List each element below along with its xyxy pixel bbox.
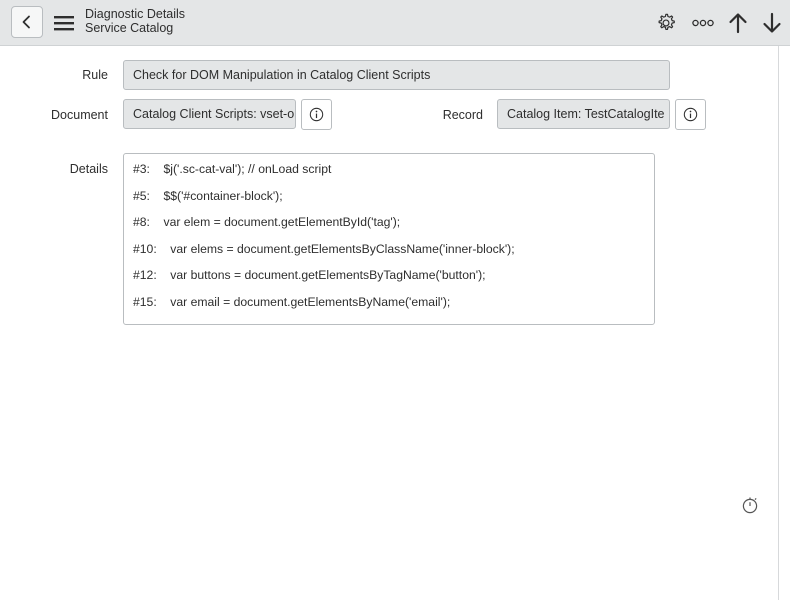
- arrow-down-icon: [763, 12, 781, 33]
- details-line: #8: var elem = document.getElementById('…: [133, 215, 401, 229]
- page-subtitle: Service Catalog: [85, 21, 174, 35]
- arrow-up-icon: [729, 13, 747, 34]
- next-record-button[interactable]: [759, 10, 785, 36]
- page-titles: Diagnostic Details Service Catalog: [85, 7, 185, 35]
- scroll-divider: [778, 46, 779, 600]
- previous-record-button[interactable]: [725, 10, 751, 36]
- info-icon: [309, 107, 324, 122]
- details-line: #12: var buttons = document.getElementsB…: [133, 268, 486, 282]
- back-icon: [22, 15, 30, 29]
- details-textarea[interactable]: #3: $j('.sc-cat-val'); // onLoad script …: [123, 153, 655, 325]
- stopwatch-icon: [742, 497, 758, 514]
- info-icon: [683, 107, 698, 122]
- document-label: Document: [51, 108, 108, 122]
- gear-icon: [658, 13, 675, 31]
- rule-field[interactable]: Check for DOM Manipulation in Catalog Cl…: [123, 60, 670, 90]
- page-title: Diagnostic Details: [85, 7, 186, 21]
- more-button[interactable]: [690, 10, 716, 36]
- details-line: #5: $$('#container-block');: [133, 188, 283, 203]
- menu-button[interactable]: [52, 11, 76, 35]
- menu-icon: [54, 16, 74, 31]
- more-icon: [692, 19, 714, 27]
- record-label: Record: [442, 108, 483, 122]
- record-info-button[interactable]: [675, 99, 706, 130]
- document-info-button[interactable]: [301, 99, 332, 130]
- details-line: #15: var email = document.getElementsByN…: [133, 294, 451, 309]
- document-field[interactable]: Catalog Client Scripts: vset-o: [123, 99, 296, 129]
- rule-label: Rule: [82, 68, 108, 82]
- back-button[interactable]: [11, 6, 43, 38]
- details-line: #10: var elems = document.getElementsByC…: [133, 241, 515, 256]
- details-line: #3: $j('.sc-cat-val'); // onLoad script: [133, 162, 332, 176]
- header-bar: Diagnostic Details Service Catalog: [0, 0, 790, 46]
- response-time-button[interactable]: [741, 496, 759, 514]
- settings-button[interactable]: [653, 10, 679, 36]
- record-field[interactable]: Catalog Item: TestCatalogIte: [497, 99, 670, 129]
- details-label: Details: [69, 162, 108, 176]
